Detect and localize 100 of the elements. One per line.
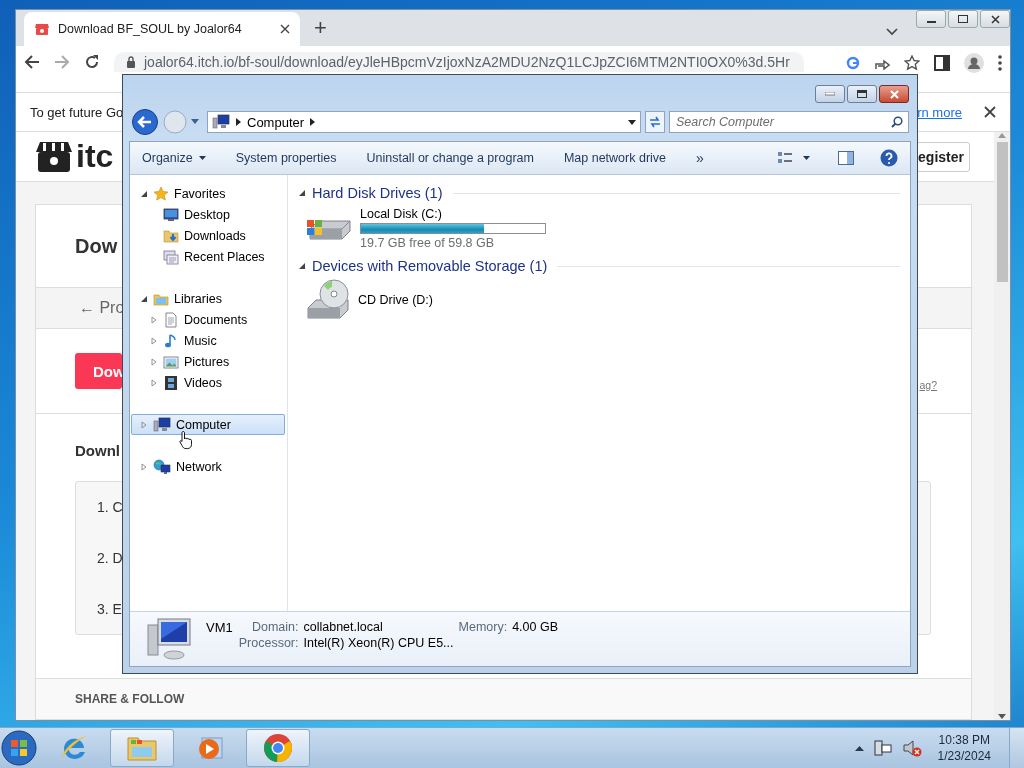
computer-icon xyxy=(146,617,192,661)
browser-tab[interactable]: Download BF_SOUL by Joalor64 xyxy=(24,12,300,46)
star-outline-icon[interactable] xyxy=(904,55,920,71)
network-icon xyxy=(153,458,171,475)
breadcrumb-arrow-icon[interactable] xyxy=(310,118,316,126)
computer-icon xyxy=(212,114,230,130)
history-dropdown-icon[interactable] xyxy=(191,119,199,125)
address-bar[interactable]: Computer xyxy=(207,111,641,133)
computer-icon xyxy=(153,416,171,433)
help-icon[interactable] xyxy=(880,149,898,167)
tray-arrow-icon[interactable] xyxy=(854,745,864,751)
taskbar-button[interactable] xyxy=(246,729,310,767)
collapse-arrow-icon[interactable] xyxy=(140,294,148,303)
scrollbar[interactable] xyxy=(994,132,1010,720)
url-text: joalor64.itch.io/bf-soul/download/eyJleHBpcmVzIjoxNzA2MDU2NzQ1LCJpZCI6MTM2NTI0OX0%3d.5Hr xyxy=(144,54,790,70)
step-text: 3. E xyxy=(97,600,123,617)
nav-item[interactable]: Downloads xyxy=(131,225,285,246)
new-tab-button[interactable]: + xyxy=(310,15,331,41)
maximize-icon xyxy=(857,90,867,98)
step-text: 1. C xyxy=(97,499,124,516)
nav-item[interactable]: Favorites xyxy=(131,183,285,204)
field-value: Intel(R) Xeon(R) CPU E5... xyxy=(303,636,454,650)
scrollbar-thumb[interactable] xyxy=(996,142,1008,282)
star-icon xyxy=(153,185,169,202)
menu-icon[interactable] xyxy=(998,55,1002,71)
maximize-button[interactable] xyxy=(948,10,978,28)
tab-title: Download BF_SOUL by Joalor64 xyxy=(58,22,243,36)
search-icon xyxy=(891,116,903,128)
nav-item[interactable]: Pictures xyxy=(131,351,285,372)
scroll-down-icon xyxy=(998,714,1006,720)
search-field[interactable]: Search Computer xyxy=(669,111,909,133)
recent-places-icon xyxy=(163,248,179,265)
toolbar-button[interactable]: Uninstall or change a program xyxy=(366,151,534,165)
section-heading: Downl xyxy=(75,442,121,459)
close-icon[interactable] xyxy=(984,106,996,118)
chrome-icon xyxy=(263,733,293,763)
more-button[interactable]: » xyxy=(696,150,704,166)
side-panel-icon[interactable] xyxy=(934,55,950,71)
expand-arrow-icon[interactable] xyxy=(150,336,158,345)
start-button-icon[interactable] xyxy=(0,729,38,767)
caret-icon[interactable] xyxy=(803,156,810,160)
nav-item[interactable]: Libraries xyxy=(131,288,285,309)
speaker-muted-icon[interactable] xyxy=(901,739,922,757)
hand-cursor-icon xyxy=(179,430,193,450)
expand-arrow-icon[interactable] xyxy=(150,357,158,366)
learn-more-link[interactable]: rn more xyxy=(917,104,962,120)
clock[interactable]: 10:38 PM 1/23/2024 xyxy=(937,732,991,764)
collapse-arrow-icon[interactable] xyxy=(140,189,148,198)
page-heading: Dow xyxy=(75,234,118,258)
nav-item[interactable]: Recent Places xyxy=(131,246,285,267)
close-button[interactable] xyxy=(879,85,909,103)
address-bar[interactable]: joalor64.itch.io/bf-soul/download/eyJleHBpcmVzIjoxNzA2MDU2NzQ1LCJpZCI6MTM2NTI0OX0%3d.5Hr xyxy=(114,52,804,72)
maximize-button[interactable] xyxy=(847,85,877,103)
nav-item[interactable]: Documents xyxy=(131,309,285,330)
close-icon xyxy=(889,89,899,99)
nav-item[interactable]: Network xyxy=(131,456,285,477)
reload-icon[interactable] xyxy=(84,54,100,70)
nav-item[interactable]: Computer xyxy=(131,414,285,435)
toolbar-button[interactable]: Map network drive xyxy=(563,151,667,165)
back-arrow-icon[interactable] xyxy=(24,54,40,70)
field-value: collabnet.local xyxy=(303,620,384,634)
breadcrumb-arrow-icon[interactable] xyxy=(236,118,241,126)
minimize-button[interactable] xyxy=(916,10,946,28)
itch-icon xyxy=(34,21,50,37)
expand-arrow-icon[interactable] xyxy=(150,315,158,324)
footer-heading: SHARE & FOLLOW xyxy=(75,692,185,706)
film-strip-icon xyxy=(163,374,179,391)
dropdown-arrow-icon[interactable] xyxy=(628,119,636,125)
expand-arrow-icon[interactable] xyxy=(140,462,148,471)
preview-pane-icon[interactable] xyxy=(838,151,854,165)
help-link[interactable]: ag? xyxy=(919,379,937,391)
drive-name[interactable]: CD Drive (D:) xyxy=(358,293,433,307)
drive-name[interactable]: Local Disk (C:) xyxy=(360,207,546,221)
register-button[interactable]: egister xyxy=(916,141,970,172)
toolbar-button[interactable]: Organize xyxy=(142,151,206,165)
nav-item[interactable]: Music xyxy=(131,330,285,351)
refresh-button[interactable] xyxy=(645,111,665,133)
nav-item[interactable]: Desktop xyxy=(131,204,285,225)
cd-drive-icon xyxy=(304,278,352,322)
close-icon xyxy=(990,14,1000,24)
breadcrumb-item[interactable]: Computer xyxy=(247,114,305,130)
media-player-icon xyxy=(196,734,224,762)
collapse-arrow-icon[interactable] xyxy=(298,262,306,270)
profile-icon[interactable] xyxy=(964,53,984,73)
computer-name: VM1 xyxy=(206,620,233,635)
group-header[interactable]: Devices with Removable Storage (1) xyxy=(312,258,548,274)
toolbar-button[interactable]: System properties xyxy=(235,151,337,165)
view-options-icon[interactable] xyxy=(777,151,793,165)
close-icon[interactable] xyxy=(280,24,290,34)
chevron-down-icon[interactable] xyxy=(886,28,898,36)
group-header[interactable]: Hard Disk Drives (1) xyxy=(312,185,443,201)
google-icon[interactable] xyxy=(846,56,860,70)
network-icon[interactable] xyxy=(873,739,892,757)
back-button-icon[interactable] xyxy=(131,108,159,136)
pictures-icon xyxy=(163,353,179,370)
field-label: Memory: xyxy=(458,620,508,634)
nav-item[interactable]: Videos xyxy=(131,372,285,393)
collapse-arrow-icon[interactable] xyxy=(298,189,306,197)
expand-arrow-icon[interactable] xyxy=(150,378,158,387)
close-button[interactable] xyxy=(980,10,1010,28)
